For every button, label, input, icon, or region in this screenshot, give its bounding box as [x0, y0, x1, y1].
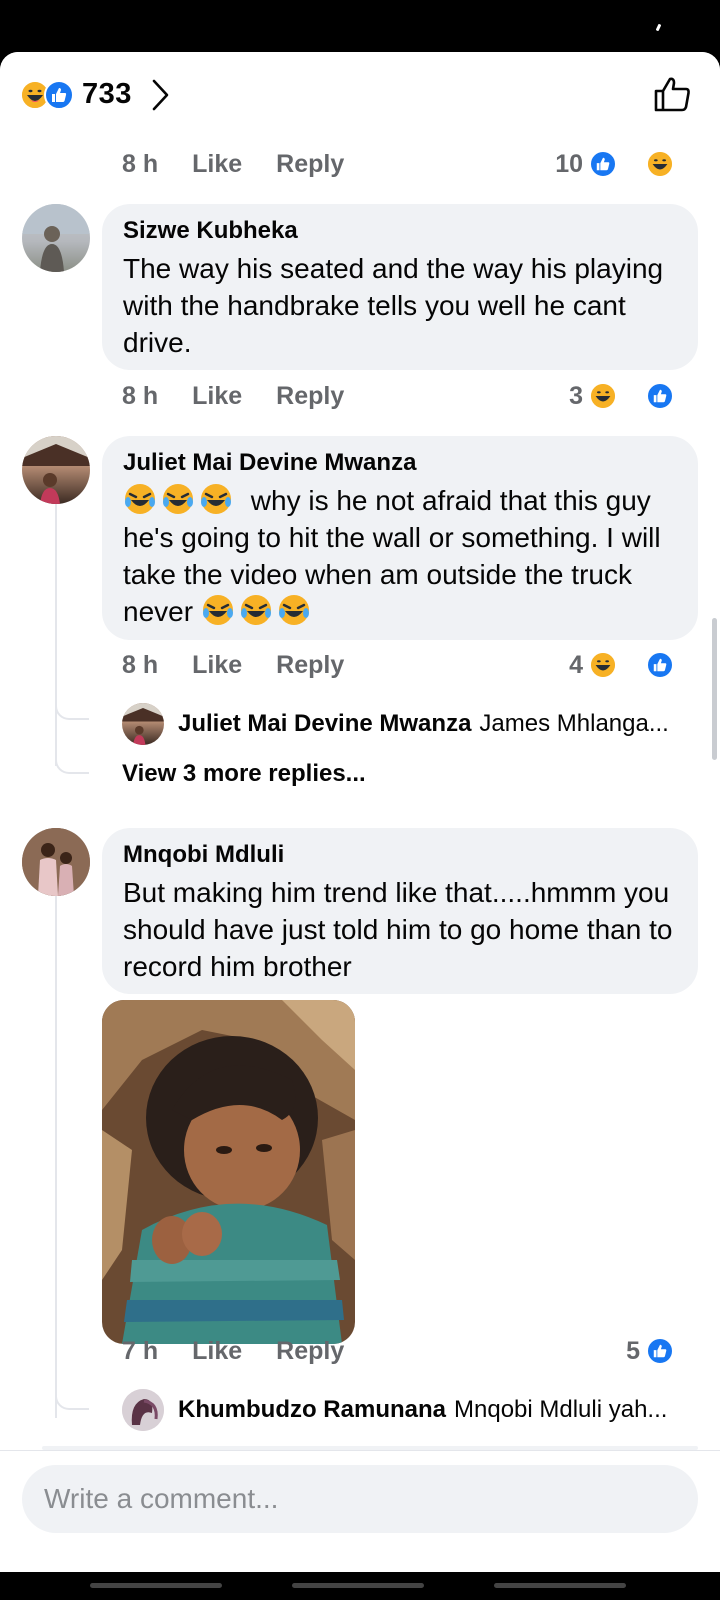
comment-composer: [0, 1450, 720, 1572]
comment-meta-row: 7 h Like Reply 5: [122, 1334, 698, 1368]
comment-time: 8 h: [122, 149, 159, 178]
status-bar: [0, 0, 720, 52]
reply-snippet: Mnqobi Mdluli yah...: [454, 1396, 668, 1423]
reply-button[interactable]: Reply: [276, 651, 344, 680]
thread-line: [55, 882, 57, 1418]
scrollbar[interactable]: [712, 618, 717, 760]
comment-text: The way his seated and the way his playi…: [123, 253, 664, 358]
comment-time: 8 h: [122, 650, 159, 679]
comment-author[interactable]: Juliet Mai Devine Mwanza: [123, 448, 678, 478]
comment-reaction-count: 3: [569, 381, 583, 410]
status-indicator: [655, 23, 662, 32]
comment-meta-row: 8 h Like Reply 4: [122, 648, 698, 682]
comment-reactions[interactable]: 5: [626, 1337, 708, 1366]
nav-gesture-bar[interactable]: [494, 1583, 626, 1588]
avatar: [122, 1389, 164, 1431]
like-reaction-icon: [44, 79, 74, 110]
comment-time: 8 h: [122, 381, 159, 410]
sheet-header: 733: [0, 52, 720, 136]
reply-preview[interactable]: Khumbudzo Ramunana Mnqobi Mdluli yah...: [122, 1388, 667, 1432]
like-button[interactable]: Like: [192, 150, 242, 179]
thread-connector: [55, 756, 89, 774]
haha-reaction-icon: [589, 382, 617, 410]
reply-author: Juliet Mai Devine Mwanza: [178, 710, 472, 737]
system-nav-bar: [0, 1572, 720, 1600]
comment-reactions[interactable]: 10: [555, 150, 708, 179]
laughing-tears-emoji: [201, 595, 315, 627]
comment-bubble: Sizwe Kubheka The way his seated and the…: [102, 204, 698, 370]
thread-connector: [55, 702, 89, 720]
comment-reactions[interactable]: 4: [569, 651, 708, 680]
like-button[interactable]: Like: [192, 1337, 242, 1366]
like-button[interactable]: Like: [192, 382, 242, 411]
thread-line: [55, 504, 57, 766]
reactions-summary[interactable]: 733: [20, 78, 132, 111]
comment-reactions[interactable]: 3: [569, 382, 708, 411]
haha-reaction-icon: [589, 651, 617, 679]
like-reaction-icon: [646, 651, 674, 679]
like-button[interactable]: Like: [192, 651, 242, 680]
nav-gesture-bar[interactable]: [292, 1583, 424, 1588]
comment-text: But making him trend like that.....hmmm …: [123, 877, 673, 982]
haha-reaction-icon: [646, 150, 674, 178]
reply-button[interactable]: Reply: [276, 382, 344, 411]
comment-reaction-count: 10: [555, 149, 583, 178]
comments-sheet: 733 8 h Like Reply 10 Sizwe Kubheka The …: [0, 52, 720, 1572]
comment-author[interactable]: Mnqobi Mdluli: [123, 840, 678, 870]
comment-time: 7 h: [122, 1336, 159, 1365]
thread-connector: [55, 1392, 89, 1410]
nav-gesture-bar[interactable]: [90, 1583, 222, 1588]
reply-author: Khumbudzo Ramunana: [178, 1396, 446, 1423]
avatar[interactable]: [22, 436, 90, 504]
avatar[interactable]: [22, 828, 90, 896]
comment-bubble: Juliet Mai Devine Mwanza why is he not a…: [102, 436, 698, 640]
comment-photo[interactable]: [102, 1000, 355, 1344]
like-reaction-icon: [646, 1337, 674, 1365]
like-thumb-icon[interactable]: [652, 74, 692, 114]
comment-bubble: Mnqobi Mdluli But making him trend like …: [102, 828, 698, 994]
laughing-tears-emoji: [123, 484, 245, 516]
reply-button[interactable]: Reply: [276, 1337, 344, 1366]
reply-preview[interactable]: Juliet Mai Devine Mwanza James Mhlanga..…: [122, 702, 669, 746]
comment-text-block: why is he not afraid that this guy he's …: [123, 482, 678, 630]
like-reaction-icon: [589, 150, 617, 178]
chevron-right-icon[interactable]: [150, 78, 170, 112]
comment-reaction-count: 5: [626, 1336, 640, 1365]
comment-meta-row: 8 h Like Reply 10: [122, 147, 698, 181]
comment-input[interactable]: [22, 1465, 698, 1533]
reply-snippet: James Mhlanga...: [479, 710, 669, 737]
view-more-replies-link[interactable]: View 3 more replies...: [122, 760, 366, 788]
avatar[interactable]: [22, 204, 90, 272]
comment-author[interactable]: Sizwe Kubheka: [123, 216, 678, 246]
avatar: [122, 703, 164, 745]
comment-meta-row: 8 h Like Reply 3: [122, 379, 698, 413]
like-reaction-icon: [646, 382, 674, 410]
comment-reaction-count: 4: [569, 650, 583, 679]
reply-button[interactable]: Reply: [276, 150, 344, 179]
reaction-count: 733: [82, 78, 132, 110]
